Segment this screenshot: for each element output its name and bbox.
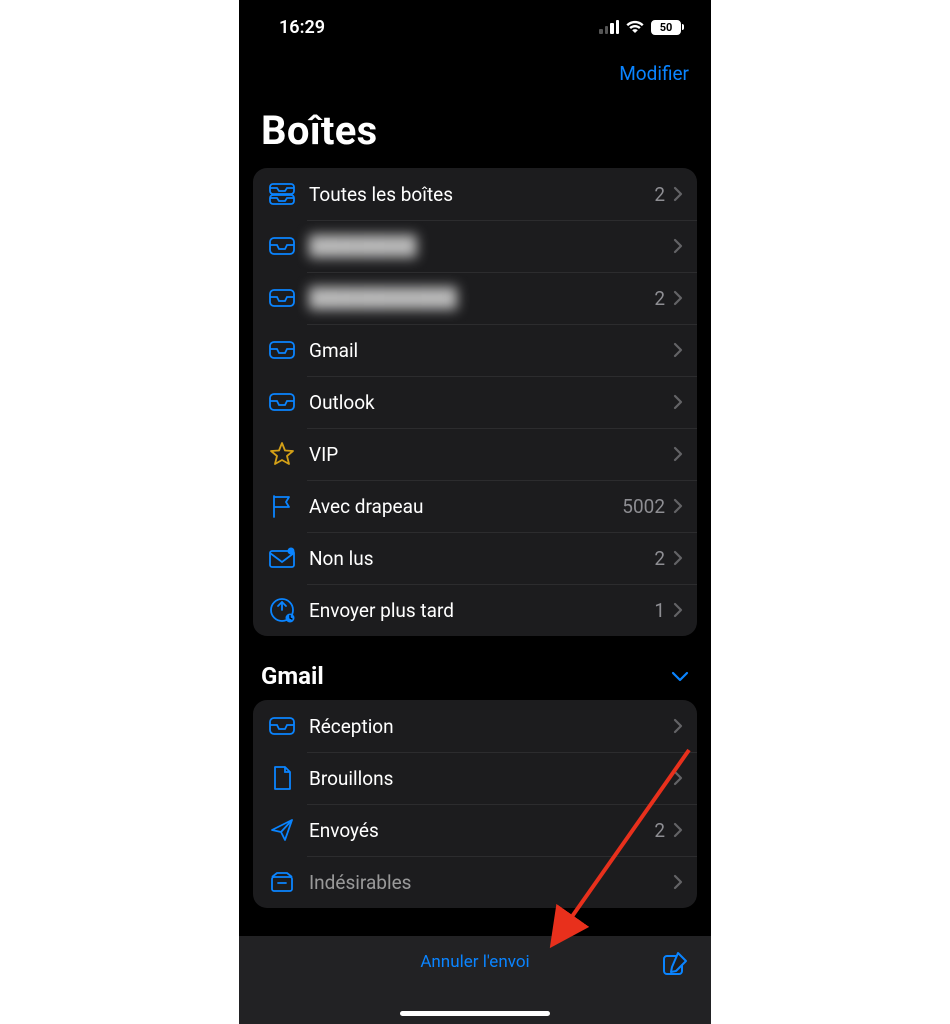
mailbox-label: ███████████	[309, 286, 654, 310]
mailboxes-list: Toutes les boîtes2███████████████████2Gm…	[253, 168, 697, 636]
mailbox-label: Brouillons	[309, 767, 673, 790]
mailbox-label: Toutes les boîtes	[309, 183, 654, 206]
mailbox-row[interactable]: Envoyer plus tard1	[253, 584, 697, 636]
cellular-signal-icon	[599, 20, 619, 34]
chevron-right-icon	[673, 342, 683, 358]
chevron-down-icon	[671, 670, 689, 682]
chevron-right-icon	[673, 238, 683, 254]
battery-icon: 50	[651, 20, 681, 35]
home-indicator[interactable]	[400, 1011, 550, 1016]
mailbox-row[interactable]: VIP	[253, 428, 697, 480]
sent-icon	[267, 817, 297, 843]
nav-bar: Modifier	[239, 54, 711, 89]
mailbox-row[interactable]: ███████████2	[253, 272, 697, 324]
clock: 16:29	[269, 17, 325, 38]
mailbox-row[interactable]: Toutes les boîtes2	[253, 168, 697, 220]
gmail-folders-list: Réception Brouillons Envoyés2 Indésirables	[253, 700, 697, 908]
unread-count: 1	[654, 599, 665, 622]
folder-row[interactable]: Réception	[253, 700, 697, 752]
chevron-right-icon	[673, 186, 683, 202]
mailbox-label: Indésirables	[309, 871, 673, 894]
send-later-icon	[267, 596, 297, 624]
folder-row[interactable]: Indésirables	[253, 856, 697, 908]
mailbox-label: Réception	[309, 715, 673, 738]
folder-row[interactable]: Envoyés2	[253, 804, 697, 856]
star-icon	[267, 441, 297, 467]
wifi-icon	[625, 20, 645, 34]
unread-count: 5002	[622, 495, 665, 518]
unread-count: 2	[654, 183, 665, 206]
page-title: Boîtes	[239, 89, 711, 168]
unread-icon	[267, 547, 297, 569]
drafts-icon	[267, 765, 297, 791]
chevron-right-icon	[673, 874, 683, 890]
chevron-right-icon	[673, 550, 683, 566]
unread-count: 2	[654, 287, 665, 310]
inbox-icon	[267, 236, 297, 256]
mailbox-label: VIP	[309, 443, 673, 466]
status-bar: 16:29 50	[239, 0, 711, 54]
inbox-icon	[267, 340, 297, 360]
section-header-gmail[interactable]: Gmail	[239, 636, 711, 700]
status-right: 50	[599, 20, 681, 35]
bottom-toolbar: Annuler l'envoi	[239, 936, 711, 1024]
mailbox-label: Envoyés	[309, 819, 654, 842]
chevron-right-icon	[673, 446, 683, 462]
mailbox-row[interactable]: ████████	[253, 220, 697, 272]
mailbox-label: ████████	[309, 234, 673, 258]
mailbox-label: Envoyer plus tard	[309, 599, 654, 622]
unread-count: 2	[654, 547, 665, 570]
inbox-icon	[267, 392, 297, 412]
section-title: Gmail	[261, 662, 324, 690]
battery-level: 50	[660, 21, 673, 34]
chevron-right-icon	[673, 290, 683, 306]
unread-count: 2	[654, 819, 665, 842]
chevron-right-icon	[673, 770, 683, 786]
chevron-right-icon	[673, 498, 683, 514]
mailbox-label: Gmail	[309, 339, 673, 362]
folder-row[interactable]: Brouillons	[253, 752, 697, 804]
flag-icon	[267, 493, 297, 519]
chevron-right-icon	[673, 822, 683, 838]
mailbox-label: Avec drapeau	[309, 495, 622, 518]
edit-button[interactable]: Modifier	[619, 62, 689, 85]
undo-send-button[interactable]: Annuler l'envoi	[239, 952, 711, 972]
mailbox-row[interactable]: Outlook	[253, 376, 697, 428]
phone-screen: 16:29 50 Modifier Boîtes Toutes les boît…	[239, 0, 711, 1024]
compose-button[interactable]	[661, 950, 689, 982]
mailbox-row[interactable]: Avec drapeau5002	[253, 480, 697, 532]
inbox-icon	[267, 716, 297, 736]
compose-icon	[661, 950, 689, 978]
mailbox-row[interactable]: Gmail	[253, 324, 697, 376]
mailbox-label: Outlook	[309, 391, 673, 414]
junk-icon	[267, 871, 297, 893]
mailbox-row[interactable]: Non lus2	[253, 532, 697, 584]
all-inboxes-icon	[267, 182, 297, 206]
chevron-right-icon	[673, 602, 683, 618]
mailbox-label: Non lus	[309, 547, 654, 570]
chevron-right-icon	[673, 394, 683, 410]
chevron-right-icon	[673, 718, 683, 734]
inbox-icon	[267, 288, 297, 308]
